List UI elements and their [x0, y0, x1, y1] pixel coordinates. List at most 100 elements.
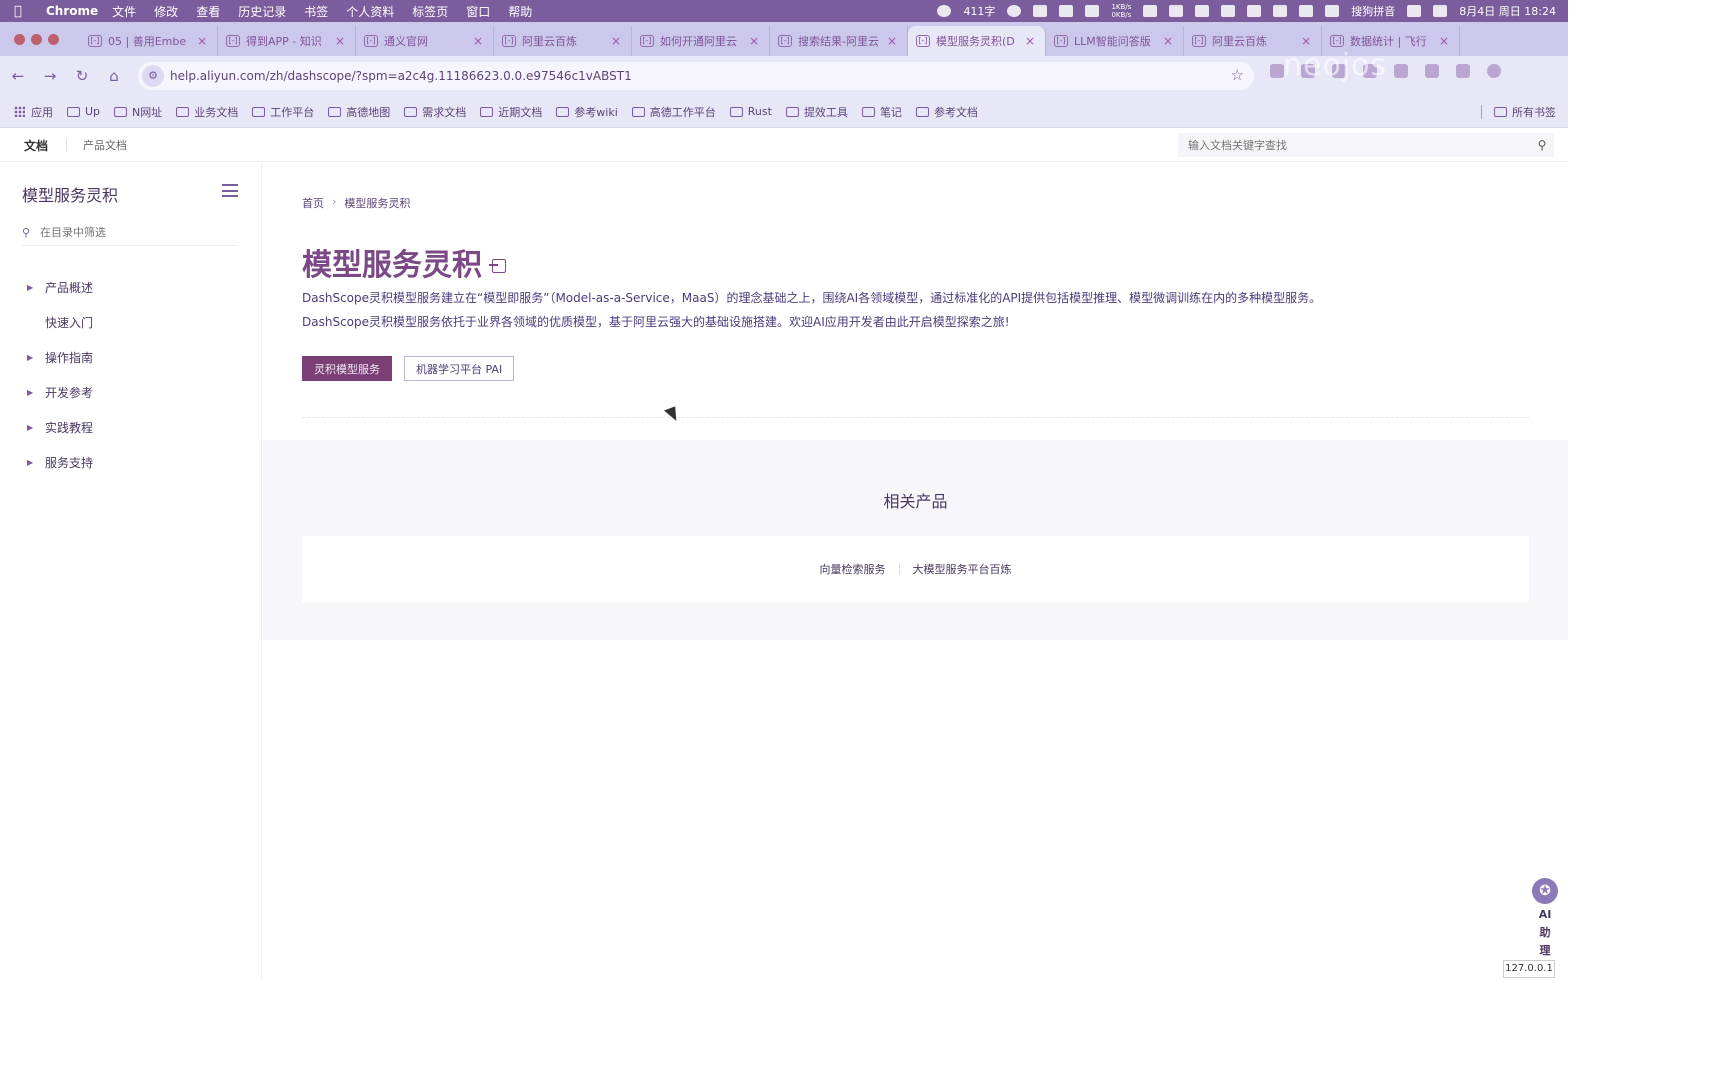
emoji-icon[interactable] [1007, 5, 1022, 17]
caret-right-icon[interactable]: ▶ [0, 353, 45, 362]
minimize-window-icon[interactable] [31, 33, 42, 45]
photo-icon[interactable] [1195, 5, 1210, 17]
back-icon[interactable]: ← [4, 62, 32, 90]
menu-toggle-icon[interactable] [222, 184, 238, 197]
menu-file[interactable]: 文件 [112, 3, 136, 20]
browser-tab[interactable]: [-] 得到APP - 知识 × [218, 26, 356, 56]
caret-right-icon[interactable]: ▶ [0, 283, 45, 292]
menu-view[interactable]: 查看 [196, 3, 220, 20]
bookmark-folder[interactable]: 高德工作平台 [631, 104, 716, 120]
close-window-icon[interactable] [14, 33, 25, 45]
sidebar-item[interactable]: ▶ 实践教程 [0, 410, 261, 445]
play-icon[interactable] [1247, 5, 1262, 17]
extension-icon[interactable] [1425, 64, 1439, 78]
tool-icon[interactable] [1143, 5, 1158, 17]
dashscope-service-button[interactable]: 灵积模型服务 [302, 356, 392, 381]
related-link-bailian[interactable]: 大模型服务平台百炼 [913, 561, 1012, 577]
extension-icon[interactable] [1394, 64, 1408, 78]
wifi-icon[interactable] [1299, 5, 1314, 17]
sidebar-item[interactable]: ▶ 操作指南 [0, 340, 261, 375]
bookmark-apps[interactable]: 应用 [14, 104, 53, 120]
app-name[interactable]: Chrome [46, 4, 98, 18]
docs-link[interactable]: 文档 [24, 137, 48, 154]
datetime[interactable]: 8月4日 周日 18:24 [1459, 3, 1556, 19]
close-tab-icon[interactable]: × [1023, 34, 1037, 48]
all-bookmarks[interactable]: 所有书签 [1481, 96, 1556, 128]
cat-icon[interactable] [1085, 5, 1100, 17]
product-docs-link[interactable]: 产品文档 [83, 137, 127, 153]
mic-icon[interactable] [1033, 5, 1048, 17]
bookmark-folder[interactable]: Up [67, 104, 100, 120]
external-link-icon[interactable] [489, 259, 506, 273]
menu-profiles[interactable]: 个人资料 [346, 3, 394, 20]
extension-icon[interactable] [1456, 64, 1470, 78]
reload-icon[interactable]: ↻ [68, 62, 96, 90]
close-tab-icon[interactable]: × [471, 34, 485, 48]
close-tab-icon[interactable]: × [885, 34, 899, 48]
sidebar-item[interactable]: ▶ 服务支持 [0, 445, 261, 480]
close-tab-icon[interactable]: × [1299, 34, 1313, 48]
bookmark-folder[interactable]: 工作平台 [252, 104, 314, 120]
record-icon[interactable] [937, 5, 952, 17]
related-link-vector-search[interactable]: 向量检索服务 [820, 561, 886, 577]
browser-tab[interactable]: [-] 搜索结果-阿里云 × [770, 26, 908, 56]
sidebar-filter-input[interactable] [40, 226, 238, 239]
search-icon[interactable]: ⚲ [1530, 138, 1554, 152]
bookmark-folder[interactable]: N网址 [114, 104, 162, 120]
menu-history[interactable]: 历史记录 [238, 3, 286, 20]
control-center-icon[interactable] [1433, 5, 1448, 17]
caret-right-icon[interactable]: ▶ [0, 458, 45, 467]
bookmark-star-icon[interactable]: ☆ [1231, 66, 1244, 84]
menu-window[interactable]: 窗口 [466, 3, 490, 20]
close-tab-icon[interactable]: × [1437, 34, 1451, 48]
close-tab-icon[interactable]: × [333, 34, 347, 48]
menu-tab[interactable]: 标签页 [412, 3, 448, 20]
bookmark-folder[interactable]: 需求文档 [404, 104, 466, 120]
sidebar-item[interactable]: ▶ 开发参考 [0, 375, 261, 410]
bookmark-folder[interactable]: 参考文档 [915, 104, 978, 120]
ime-icon[interactable] [1059, 5, 1074, 17]
search-icon[interactable] [1407, 5, 1422, 17]
bookmark-folder[interactable]: 近期文档 [480, 104, 542, 120]
url-text[interactable]: help.aliyun.com/zh/dashscope/?spm=a2c4g.… [170, 69, 632, 83]
pai-platform-button[interactable]: 机器学习平台 PAI [404, 356, 515, 381]
menu-edit[interactable]: 修改 [154, 3, 178, 20]
close-tab-icon[interactable]: × [1161, 34, 1175, 48]
profile-avatar[interactable] [1487, 64, 1501, 78]
zoom-window-icon[interactable] [48, 33, 59, 45]
breadcrumb-current[interactable]: 模型服务灵积 [344, 195, 410, 211]
bookmark-folder[interactable]: 提效工具 [785, 104, 848, 120]
browser-tab[interactable]: [-] 05 | 善用Embe × [80, 26, 218, 56]
menu-bookmarks[interactable]: 书签 [304, 3, 328, 20]
bookmark-folder[interactable]: 高德地图 [328, 104, 390, 120]
site-info-icon[interactable]: ⚙ [142, 65, 164, 87]
sidebar-item[interactable]: 快速入门 [0, 305, 261, 340]
bookmark-folder[interactable]: Rust [729, 104, 772, 120]
bookmark-folder[interactable]: 参考wiki [556, 104, 618, 120]
extension-icon[interactable] [1270, 64, 1284, 78]
apple-icon[interactable]:  [14, 4, 36, 19]
caret-right-icon[interactable]: ▶ [0, 423, 45, 432]
sidebar-item[interactable]: ▶ 产品概述 [0, 270, 261, 305]
ime-name[interactable]: 搜狗拼音 [1351, 3, 1395, 19]
battery-icon[interactable] [1273, 5, 1288, 17]
close-tab-icon[interactable]: × [195, 34, 209, 48]
close-tab-icon[interactable]: × [747, 34, 761, 48]
browser-tab[interactable]: [-] LLM智能问答版 × [1046, 26, 1184, 56]
doc-search-input[interactable] [1178, 133, 1530, 157]
sync-icon[interactable] [1221, 5, 1236, 17]
wechat-icon[interactable] [1169, 5, 1184, 17]
browser-tab[interactable]: [-] 阿里云百炼 × [494, 26, 632, 56]
close-tab-icon[interactable]: × [609, 34, 623, 48]
caret-right-icon[interactable]: ▶ [0, 388, 45, 397]
address-bar[interactable]: ⚙ help.aliyun.com/zh/dashscope/?spm=a2c4… [138, 62, 1254, 90]
browser-tab[interactable]: [-] 如何开通阿里云 × [632, 26, 770, 56]
breadcrumb-home[interactable]: 首页 [302, 195, 324, 211]
ai-assistant-button[interactable]: ✪ AI 助 理 [1531, 878, 1559, 958]
menu-help[interactable]: 帮助 [508, 3, 532, 20]
bookmark-folder[interactable]: 业务文档 [176, 104, 238, 120]
home-icon[interactable]: ⌂ [100, 62, 128, 90]
forward-icon[interactable]: → [36, 62, 64, 90]
sogou-icon[interactable] [1325, 5, 1340, 17]
browser-tab[interactable]: [-] 通义官网 × [356, 26, 494, 56]
